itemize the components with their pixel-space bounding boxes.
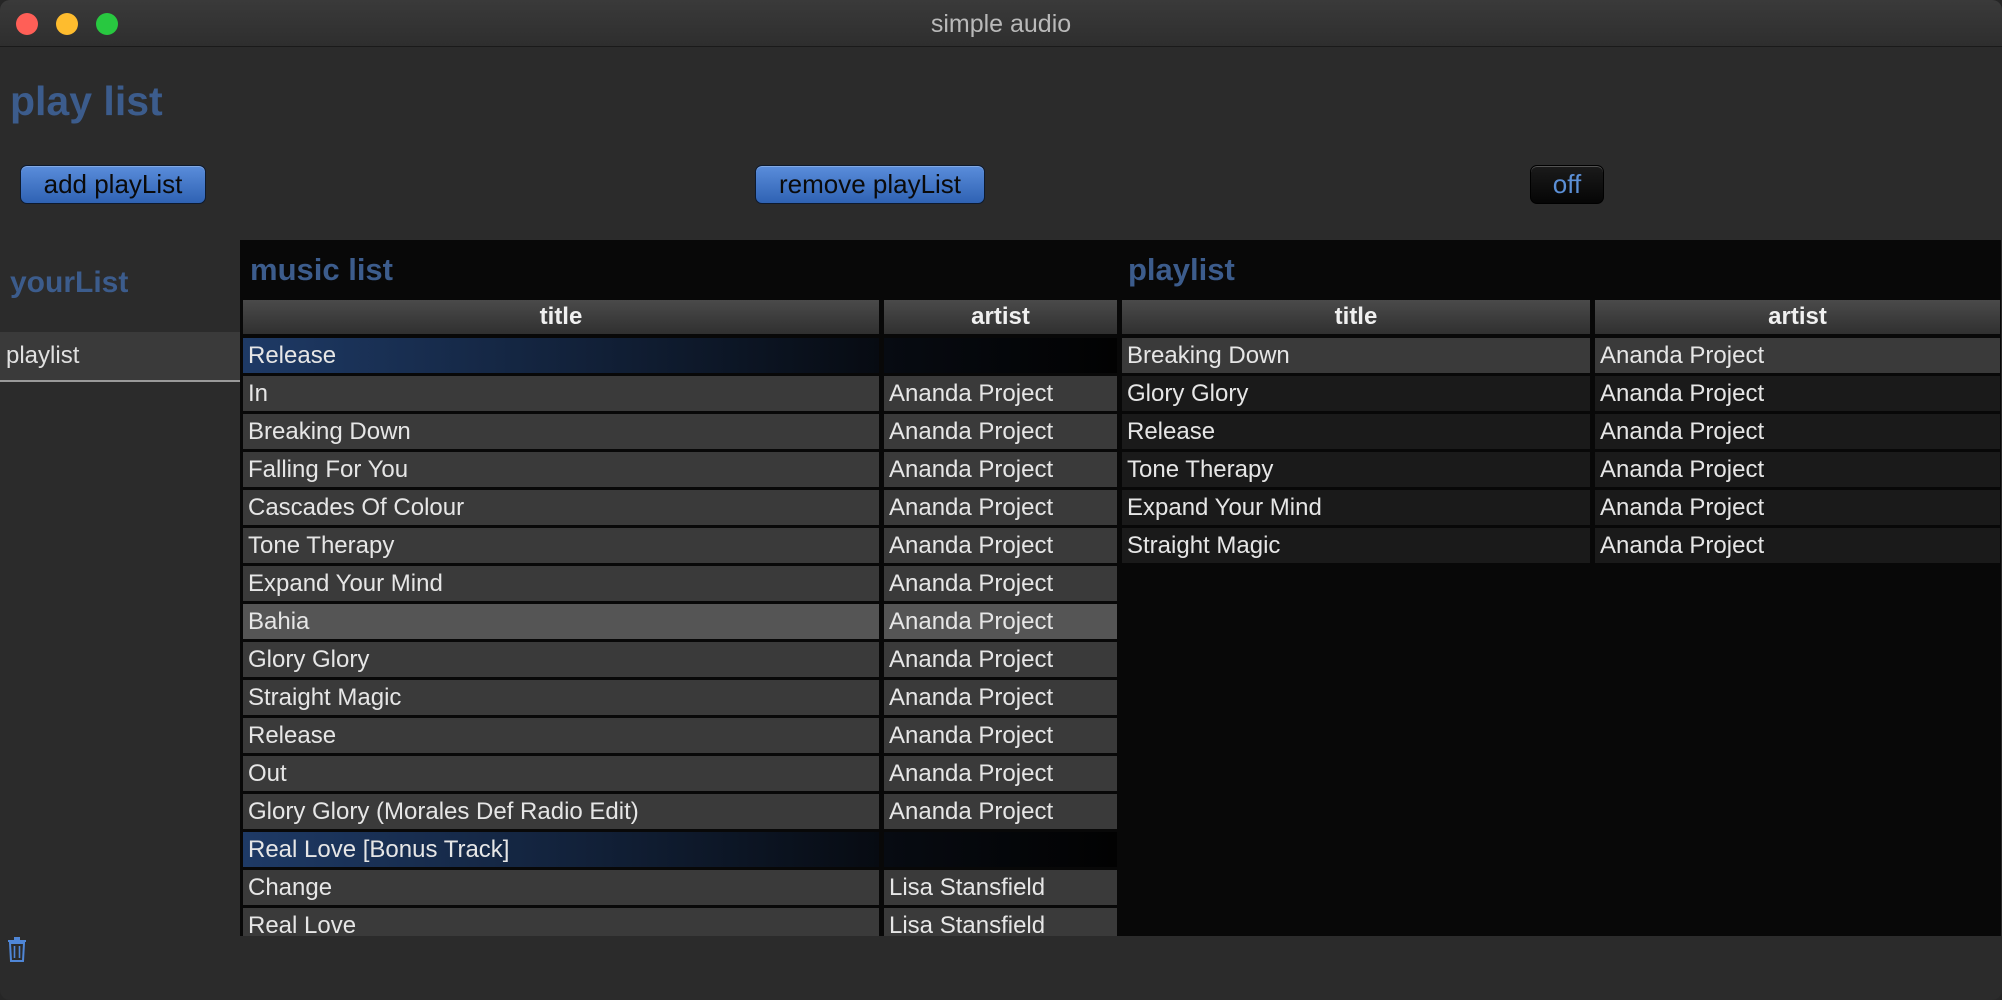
title-cell: Bahia bbox=[243, 604, 879, 639]
table-row[interactable]: Real Love Lisa Stansfield bbox=[243, 908, 1117, 936]
artist-cell bbox=[884, 832, 1117, 867]
title-cell: Tone Therapy bbox=[243, 528, 879, 563]
table-row[interactable]: Straight Magic Ananda Project bbox=[1122, 528, 2000, 563]
page-heading: play list bbox=[10, 78, 163, 124]
artist-cell: Ananda Project bbox=[884, 528, 1117, 563]
artist-cell: Ananda Project bbox=[884, 490, 1117, 525]
title-cell: Expand Your Mind bbox=[1122, 490, 1590, 525]
table-row[interactable]: Cascades Of Colour Ananda Project bbox=[243, 490, 1117, 525]
table-row[interactable]: Change Lisa Stansfield bbox=[243, 870, 1117, 905]
bottom-bar bbox=[0, 936, 2002, 1000]
table-row[interactable]: Release bbox=[243, 338, 1117, 373]
table-row[interactable]: Tone Therapy Ananda Project bbox=[1122, 452, 2000, 487]
title-cell: Out bbox=[243, 756, 879, 791]
title-cell: Glory Glory (Morales Def Radio Edit) bbox=[243, 794, 879, 829]
music-list-title-header[interactable]: title bbox=[243, 300, 879, 334]
artist-cell: Ananda Project bbox=[884, 642, 1117, 677]
title-cell: Release bbox=[243, 338, 879, 373]
artist-cell: Lisa Stansfield bbox=[884, 908, 1117, 936]
title-cell: Real Love bbox=[243, 908, 879, 936]
table-row[interactable]: Breaking Down Ananda Project bbox=[1122, 338, 2000, 373]
title-cell: Release bbox=[1122, 414, 1590, 449]
table-row[interactable]: Breaking Down Ananda Project bbox=[243, 414, 1117, 449]
table-row[interactable]: Release Ananda Project bbox=[1122, 414, 2000, 449]
title-cell: Tone Therapy bbox=[1122, 452, 1590, 487]
title-cell: Expand Your Mind bbox=[243, 566, 879, 601]
title-cell: Breaking Down bbox=[243, 414, 879, 449]
title-cell: In bbox=[243, 376, 879, 411]
table-row[interactable]: Real Love [Bonus Track] bbox=[243, 832, 1117, 867]
title-cell: Glory Glory bbox=[1122, 376, 1590, 411]
artist-cell: Lisa Stansfield bbox=[884, 870, 1117, 905]
playlist-title: playlist bbox=[1128, 252, 1235, 287]
artist-cell bbox=[884, 338, 1117, 373]
title-cell: Breaking Down bbox=[1122, 338, 1590, 373]
title-cell: Cascades Of Colour bbox=[243, 490, 879, 525]
playlist-title-header[interactable]: title bbox=[1122, 300, 1590, 334]
music-list-panel: music list title artist Release In Ananda … bbox=[240, 240, 1118, 936]
table-row[interactable]: Expand Your Mind Ananda Project bbox=[243, 566, 1117, 601]
remove-playlist-button[interactable]: remove playList bbox=[755, 165, 985, 204]
sidebar-title: yourList bbox=[10, 266, 129, 299]
table-row[interactable]: Glory Glory (Morales Def Radio Edit) Anan… bbox=[243, 794, 1117, 829]
artist-cell: Ananda Project bbox=[1595, 490, 2000, 525]
table-row[interactable]: In Ananda Project bbox=[243, 376, 1117, 411]
artist-cell: Ananda Project bbox=[884, 756, 1117, 791]
table-row[interactable]: Glory Glory Ananda Project bbox=[243, 642, 1117, 677]
window-title: simple audio bbox=[930, 10, 1072, 38]
title-cell: Straight Magic bbox=[1122, 528, 1590, 563]
artist-cell: Ananda Project bbox=[884, 566, 1117, 601]
title-cell: Straight Magic bbox=[243, 680, 879, 715]
title-bar: simple audio bbox=[0, 0, 2002, 47]
title-cell: Falling For You bbox=[243, 452, 879, 487]
table-row[interactable]: Release Ananda Project bbox=[243, 718, 1117, 753]
playlist-artist-header[interactable]: artist bbox=[1595, 300, 2000, 334]
sidebar-item-playlist[interactable]: playlist bbox=[0, 332, 240, 382]
artist-cell: Ananda Project bbox=[884, 376, 1117, 411]
artist-cell: Ananda Project bbox=[884, 414, 1117, 449]
title-cell: Glory Glory bbox=[243, 642, 879, 677]
table-row[interactable]: Out Ananda Project bbox=[243, 756, 1117, 791]
artist-cell: Ananda Project bbox=[884, 604, 1117, 639]
app-window: simple audio play list add playList remo… bbox=[0, 0, 2002, 1000]
table-row[interactable]: Falling For You Ananda Project bbox=[243, 452, 1117, 487]
artist-cell: Ananda Project bbox=[884, 452, 1117, 487]
artist-cell: Ananda Project bbox=[884, 718, 1117, 753]
off-toggle-button[interactable]: off bbox=[1530, 165, 1604, 204]
trash-icon[interactable] bbox=[6, 936, 28, 962]
artist-cell: Ananda Project bbox=[1595, 528, 2000, 563]
music-list-artist-header[interactable]: artist bbox=[884, 300, 1117, 334]
artist-cell: Ananda Project bbox=[1595, 414, 2000, 449]
table-row[interactable]: Tone Therapy Ananda Project bbox=[243, 528, 1117, 563]
title-cell: Change bbox=[243, 870, 879, 905]
artist-cell: Ananda Project bbox=[1595, 338, 2000, 373]
table-row[interactable]: Expand Your Mind Ananda Project bbox=[1122, 490, 2000, 525]
artist-cell: Ananda Project bbox=[1595, 376, 2000, 411]
table-row[interactable]: Straight Magic Ananda Project bbox=[243, 680, 1117, 715]
title-cell: Release bbox=[243, 718, 879, 753]
table-row[interactable]: Glory Glory Ananda Project bbox=[1122, 376, 2000, 411]
table-row[interactable]: Bahia Ananda Project bbox=[243, 604, 1117, 639]
playlist-panel: playlist title artist Breaking Down Anand… bbox=[1118, 240, 2001, 936]
title-cell: Real Love [Bonus Track] bbox=[243, 832, 879, 867]
artist-cell: Ananda Project bbox=[1595, 452, 2000, 487]
music-list-title: music list bbox=[250, 252, 393, 287]
add-playlist-button[interactable]: add playList bbox=[20, 165, 206, 204]
artist-cell: Ananda Project bbox=[884, 794, 1117, 829]
artist-cell: Ananda Project bbox=[884, 680, 1117, 715]
